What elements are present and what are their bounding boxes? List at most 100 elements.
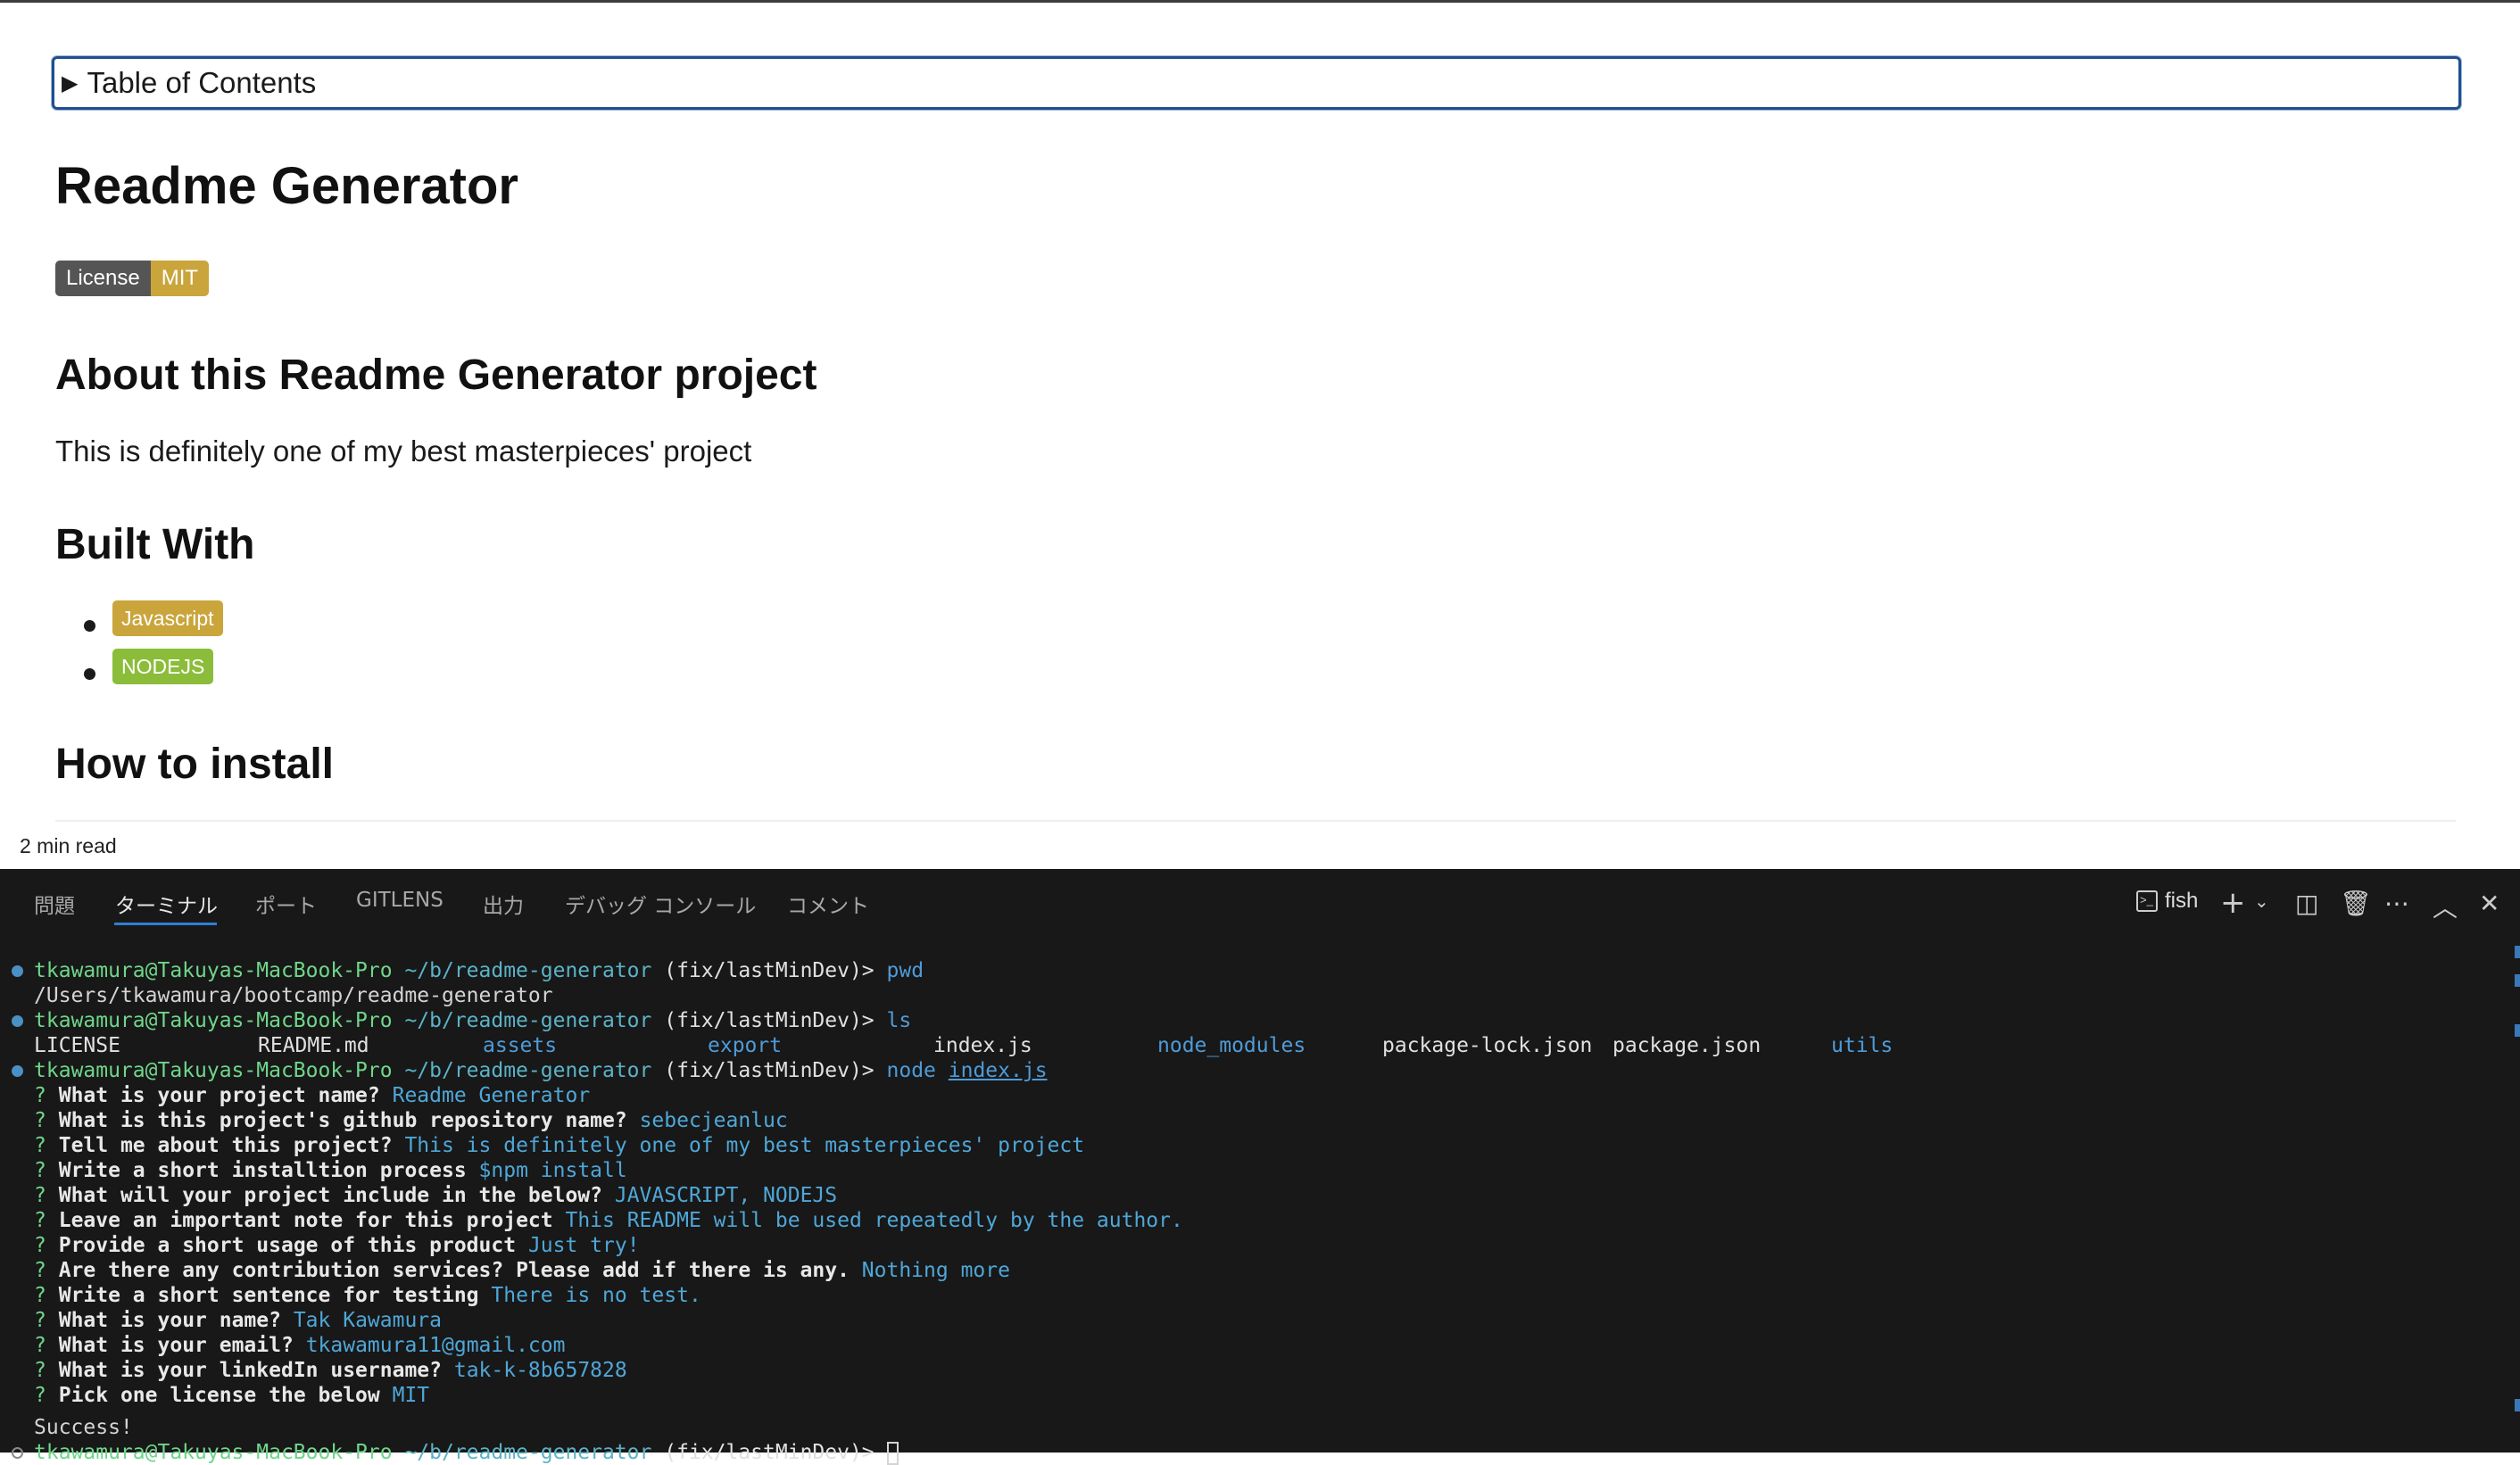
tab-problems[interactable]: 問題 [34,889,75,919]
question-mark: ? [34,1284,46,1307]
panel-tabs: 問題 ターミナル ポート GITLENS 出力 デバッグ コンソール コメント [0,869,1606,933]
tab-terminal[interactable]: ターミナル [115,889,218,919]
question-mark: ? [34,1159,46,1182]
ls-entry: export [708,1034,783,1057]
prompt-question: Write a short installtion process [58,1159,467,1182]
prompt-user-host: tkawamura@Takuyas-MacBook-Pro [34,1059,393,1082]
prompt-answer-line: ? What is your email? tkawamura11@gmail.… [34,1333,565,1358]
prompt-answer-line: ? Leave an important note for this proje… [34,1208,1183,1233]
prompt-answer-line: ? What is your project name? Readme Gene… [34,1083,590,1108]
prompt-cwd: ~/b/readme-generator [404,1059,652,1082]
prompt-question: What is this project's github repository… [58,1109,627,1132]
prompt-answer: Nothing more [861,1259,1010,1282]
trash-icon[interactable]: 🗑 [2340,889,2372,918]
prompt-answer-line: ? What will your project include in the … [34,1183,837,1208]
question-mark: ? [34,1334,46,1357]
command-status-dot[interactable] [12,965,23,977]
prompt-question: Tell me about this project? [58,1134,393,1157]
command-status-dot[interactable] [12,1065,23,1077]
ls-entry: index.js [933,1034,1032,1057]
prompt-question: What is your email? [58,1334,294,1357]
scroll-marker [2515,1399,2520,1411]
plus-icon[interactable]: + [2220,885,2246,921]
terminal-line: tkawamura@Takuyas-MacBook-Pro ~/b/readme… [34,1440,899,1465]
prompt-question: Are there any contribution services? Ple… [58,1259,850,1282]
tab-debug-console[interactable]: デバッグ コンソール [565,889,756,919]
terminal-output[interactable]: tkawamura@Takuyas-MacBook-Pro ~/b/readme… [0,939,2499,1465]
prompt-branch: (fix/lastMinDev)> [664,1009,875,1032]
command-status-dot[interactable] [12,1447,23,1459]
prompt-question: Provide a short usage of this product [58,1234,517,1257]
prompt-answer-line: ? What is your name? Tak Kawamura [34,1308,442,1333]
license-badge-value: MIT [150,261,210,296]
terminal-line: tkawamura@Takuyas-MacBook-Pro ~/b/readme… [34,1058,1048,1083]
scroll-marker [2515,1024,2520,1037]
question-mark: ? [34,1184,46,1207]
prompt-answer: JAVASCRIPT, NODEJS [614,1184,838,1207]
tab-comments[interactable]: コメント [787,889,869,919]
more-icon[interactable]: ⋯ [2384,889,2409,918]
question-mark: ? [34,1109,46,1132]
table-of-contents-toggle[interactable]: ▶ Table of Contents [52,56,2461,110]
scrollbar-markers[interactable] [2513,939,2520,1453]
ls-entry: assets [483,1034,558,1057]
prompt-question: What is your project name? [58,1084,380,1107]
command-text: pwd [886,959,924,982]
list-bullet [84,668,95,680]
question-mark: ? [34,1084,46,1107]
ls-entry: README.md [258,1034,369,1057]
maximize-icon[interactable]: ︿ [2433,889,2458,924]
prompt-answer: tkawamura11@gmail.com [305,1334,566,1357]
list-bullet [84,620,95,632]
prompt-question: What is your linkedIn username? [58,1359,442,1382]
prompt-answer-line: ? What is your linkedIn username? tak-k-… [34,1358,627,1383]
prompt-question: Write a short sentence for testing [58,1284,479,1307]
tab-ports[interactable]: ポート [255,889,317,919]
prompt-branch: (fix/lastMinDev)> [664,959,875,982]
prompt-cwd: ~/b/readme-generator [404,1441,652,1464]
command-file-link[interactable]: index.js [949,1059,1048,1082]
scroll-marker [2515,974,2520,987]
terminal-line: /Users/tkawamura/bootcamp/readme-generat… [34,984,553,1007]
disclosure-triangle-icon: ▶ [62,70,79,95]
prompt-branch: (fix/lastMinDev)> [664,1441,875,1464]
license-badge: License MIT [55,261,210,296]
prompt-question: Pick one license the below [58,1384,380,1407]
terminal-line: tkawamura@Takuyas-MacBook-Pro ~/b/readme… [34,958,924,983]
question-mark: ? [34,1259,46,1282]
about-text: This is definitely one of my best master… [55,435,752,468]
prompt-question: What will your project include in the be… [58,1184,602,1207]
tab-output[interactable]: 出力 [483,889,524,919]
toc-label: Table of Contents [87,66,317,99]
chevron-down-icon[interactable]: ⌄ [2254,890,2269,912]
ls-entry: utils [1831,1034,1894,1057]
prompt-answer: sebecjeanluc [639,1109,788,1132]
close-icon[interactable]: ✕ [2479,889,2499,918]
terminal-name[interactable]: fish [2165,889,2198,914]
prompt-answer: MIT [392,1384,430,1407]
terminal-line: tkawamura@Takuyas-MacBook-Pro ~/b/readme… [34,1008,911,1033]
terminal-icon[interactable]: >_ [2136,890,2158,912]
prompt-answer-line: ? Tell me about this project? This is de… [34,1133,1084,1158]
install-heading: How to install [55,741,334,788]
prompt-answer-line: ? Pick one license the below MIT [34,1383,429,1408]
prompt-branch: (fix/lastMinDev)> [664,1059,875,1082]
prompt-cwd: ~/b/readme-generator [404,959,652,982]
prompt-answer: There is no test. [491,1284,701,1307]
ls-entry: node_modules [1157,1034,1306,1057]
read-time: 2 min read [20,834,117,857]
command-status-dot[interactable] [12,1015,23,1027]
prompt-answer: tak-k-8b657828 [453,1359,627,1382]
markdown-preview: ▶ Table of Contents Readme Generator Lic… [0,0,2520,869]
command-text: node [886,1059,936,1082]
prompt-answer-line: ? Write a short installtion process $npm… [34,1158,627,1183]
terminal-cursor [886,1441,899,1465]
prompt-user-host: tkawamura@Takuyas-MacBook-Pro [34,1009,393,1032]
question-mark: ? [34,1234,46,1257]
prompt-answer: Tak Kawamura [293,1309,442,1332]
prompt-user-host: tkawamura@Takuyas-MacBook-Pro [34,1441,393,1464]
prompt-question: Leave an important note for this project [58,1209,553,1232]
split-icon[interactable]: ◫ [2295,889,2318,918]
divider [55,820,2456,822]
tab-gitlens[interactable]: GITLENS [356,889,443,912]
